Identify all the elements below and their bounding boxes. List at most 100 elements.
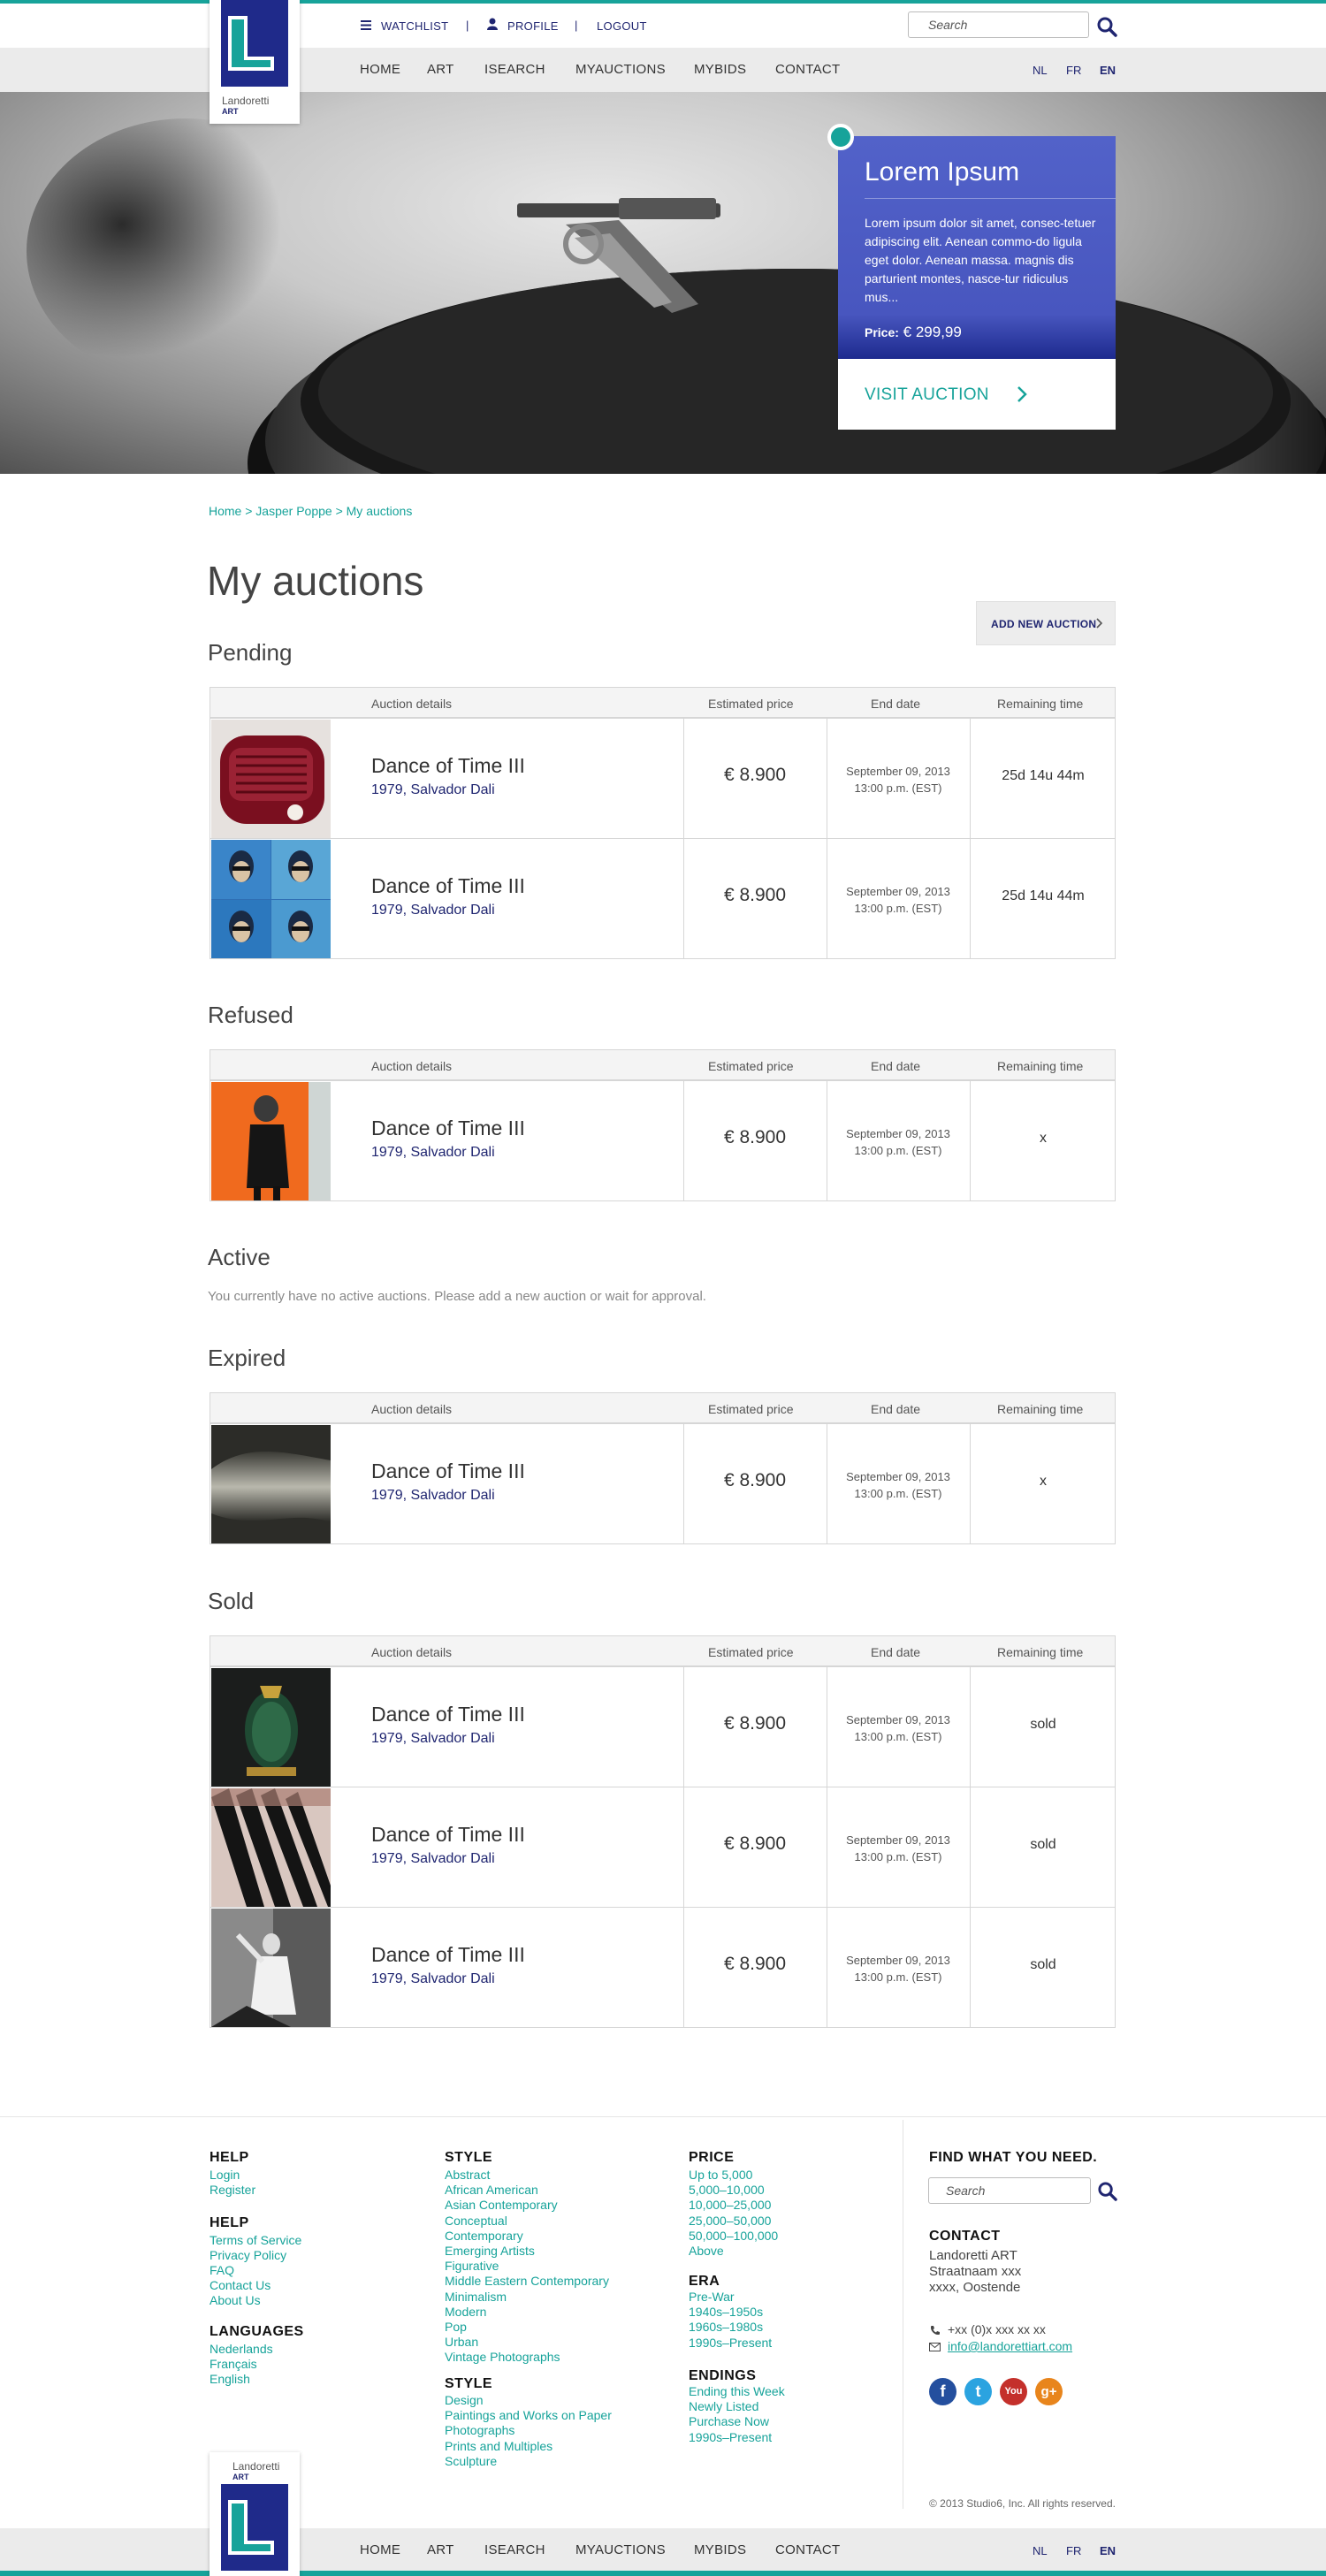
footer-nav-mybids[interactable]: MYBIDS — [694, 2542, 746, 2557]
auction-artist[interactable]: 1979, Salvador Dali — [371, 782, 495, 798]
facebook-icon[interactable]: f — [929, 2378, 956, 2405]
nav-mybids[interactable]: MYBIDS — [694, 62, 746, 77]
site-logo[interactable]: Landoretti ART — [210, 0, 300, 124]
footer-link-privacy[interactable]: Privacy Policy — [210, 2248, 286, 2262]
footer-link-terms[interactable]: Terms of Service — [210, 2233, 301, 2247]
nav-art[interactable]: ART — [427, 62, 454, 77]
footer-link-nederlands[interactable]: Nederlands — [210, 2342, 273, 2356]
footer-link[interactable]: 25,000–50,000 — [689, 2214, 771, 2228]
twitter-icon[interactable]: t — [964, 2378, 992, 2405]
table-row[interactable]: Dance of Time III 1979, Salvador Dali € … — [210, 1907, 1115, 2027]
lang-fr[interactable]: FR — [1066, 64, 1081, 77]
footer-link[interactable]: Contemporary — [445, 2229, 523, 2243]
auction-artist[interactable]: 1979, Salvador Dali — [371, 1851, 495, 1867]
header-search-input[interactable]: Search — [908, 11, 1089, 38]
footer-link[interactable]: Newly Listed — [689, 2399, 758, 2413]
lang-en[interactable]: EN — [1100, 64, 1116, 77]
footer-link[interactable]: Ending this Week — [689, 2384, 785, 2398]
footer-link[interactable]: Photographs — [445, 2423, 514, 2437]
table-row[interactable]: Dance of Time III 1979, Salvador Dali € … — [210, 838, 1115, 958]
auction-artist[interactable]: 1979, Salvador Dali — [371, 1488, 495, 1504]
footer-link-english[interactable]: English — [210, 2372, 250, 2386]
auction-thumbnail[interactable] — [211, 1425, 331, 1543]
footer-lang-nl[interactable]: NL — [1033, 2544, 1048, 2557]
footer-link[interactable]: Paintings and Works on Paper — [445, 2408, 612, 2422]
footer-link[interactable]: Up to 5,000 — [689, 2168, 752, 2182]
footer-nav-home[interactable]: HOME — [360, 2542, 400, 2557]
footer-link[interactable]: Purchase Now — [689, 2414, 769, 2428]
footer-link-contact-us[interactable]: Contact Us — [210, 2278, 271, 2292]
logout-link[interactable]: LOGOUT — [597, 19, 647, 33]
footer-link[interactable]: Above — [689, 2244, 724, 2258]
footer-link[interactable]: Sculpture — [445, 2454, 497, 2468]
footer-link[interactable]: Modern — [445, 2305, 486, 2319]
footer-link[interactable]: 1960s–1980s — [689, 2320, 763, 2334]
footer-lang-fr[interactable]: FR — [1066, 2544, 1081, 2557]
footer-link[interactable]: Vintage Photographs — [445, 2350, 560, 2364]
auction-title[interactable]: Dance of Time III — [371, 1459, 525, 1483]
auction-artist[interactable]: 1979, Salvador Dali — [371, 1971, 495, 1987]
footer-search-input[interactable]: Search — [928, 2177, 1091, 2204]
footer-nav-isearch[interactable]: ISEARCH — [484, 2542, 545, 2557]
auction-title[interactable]: Dance of Time III — [371, 1943, 525, 1967]
footer-link[interactable]: Pop — [445, 2320, 467, 2334]
table-row[interactable]: Dance of Time III 1979, Salvador Dali € … — [210, 1666, 1115, 1787]
google-plus-icon[interactable]: g+ — [1035, 2378, 1063, 2405]
profile-link[interactable]: PROFILE — [507, 19, 559, 33]
footer-link-about-us[interactable]: About Us — [210, 2293, 261, 2307]
auction-title[interactable]: Dance of Time III — [371, 1703, 525, 1726]
auction-artist[interactable]: 1979, Salvador Dali — [371, 1731, 495, 1747]
footer-logo[interactable]: Landoretti ART — [210, 2452, 300, 2576]
auction-artist[interactable]: 1979, Salvador Dali — [371, 903, 495, 918]
footer-nav-art[interactable]: ART — [427, 2542, 454, 2557]
auction-thumbnail[interactable] — [211, 1788, 331, 1907]
footer-link-register[interactable]: Register — [210, 2183, 255, 2197]
footer-nav-contact[interactable]: CONTACT — [775, 2542, 840, 2557]
youtube-icon[interactable]: You — [1000, 2378, 1027, 2405]
auction-thumbnail[interactable] — [211, 720, 331, 838]
nav-contact[interactable]: CONTACT — [775, 62, 840, 77]
footer-link[interactable]: 1940s–1950s — [689, 2305, 763, 2319]
auction-artist[interactable]: 1979, Salvador Dali — [371, 1145, 495, 1161]
footer-link[interactable]: Conceptual — [445, 2214, 507, 2228]
footer-link[interactable]: Figurative — [445, 2259, 499, 2273]
table-row[interactable]: Dance of Time III 1979, Salvador Dali € … — [210, 1080, 1115, 1200]
auction-title[interactable]: Dance of Time III — [371, 874, 525, 898]
nav-myauctions[interactable]: MYAUCTIONS — [575, 62, 666, 77]
table-row[interactable]: Dance of Time III 1979, Salvador Dali € … — [210, 1423, 1115, 1543]
watchlist-link[interactable]: WATCHLIST — [381, 19, 448, 33]
lang-nl[interactable]: NL — [1033, 64, 1048, 77]
footer-link[interactable]: 5,000–10,000 — [689, 2183, 765, 2197]
auction-title[interactable]: Dance of Time III — [371, 1117, 525, 1140]
footer-link[interactable]: 10,000–25,000 — [689, 2198, 771, 2212]
auction-thumbnail[interactable] — [211, 1668, 331, 1787]
footer-link[interactable]: Abstract — [445, 2168, 490, 2182]
visit-auction-button[interactable]: VISIT AUCTION — [838, 359, 1116, 430]
auction-title[interactable]: Dance of Time III — [371, 754, 525, 778]
search-icon[interactable] — [1096, 16, 1117, 37]
nav-isearch[interactable]: ISEARCH — [484, 62, 545, 77]
add-new-auction-button[interactable]: ADD NEW AUCTION — [976, 601, 1116, 645]
footer-link[interactable]: 1990s–Present — [689, 2430, 772, 2444]
footer-link[interactable]: Asian Contemporary — [445, 2198, 558, 2212]
footer-link[interactable]: Minimalism — [445, 2290, 507, 2304]
auction-thumbnail[interactable] — [211, 1909, 331, 2027]
footer-link[interactable]: Design — [445, 2393, 484, 2407]
footer-link[interactable]: African American — [445, 2183, 538, 2197]
footer-link[interactable]: Emerging Artists — [445, 2244, 535, 2258]
footer-link[interactable]: Urban — [445, 2335, 478, 2349]
auction-title[interactable]: Dance of Time III — [371, 1823, 525, 1847]
footer-link[interactable]: Prints and Multiples — [445, 2439, 552, 2453]
breadcrumb[interactable]: Home > Jasper Poppe > My auctions — [209, 504, 412, 518]
footer-link-francais[interactable]: Français — [210, 2357, 257, 2371]
table-row[interactable]: Dance of Time III 1979, Salvador Dali € … — [210, 1787, 1115, 1907]
auction-thumbnail[interactable] — [211, 840, 331, 958]
table-row[interactable]: Dance of Time III 1979, Salvador Dali € … — [210, 718, 1115, 838]
footer-link[interactable]: 1990s–Present — [689, 2336, 772, 2350]
search-icon[interactable] — [1097, 2181, 1117, 2201]
contact-email[interactable]: info@landorettiart.com — [948, 2339, 1072, 2353]
footer-link[interactable]: Middle Eastern Contemporary — [445, 2274, 609, 2288]
nav-home[interactable]: HOME — [360, 62, 400, 77]
auction-thumbnail[interactable] — [211, 1082, 331, 1200]
footer-link[interactable]: Pre-War — [689, 2290, 735, 2304]
